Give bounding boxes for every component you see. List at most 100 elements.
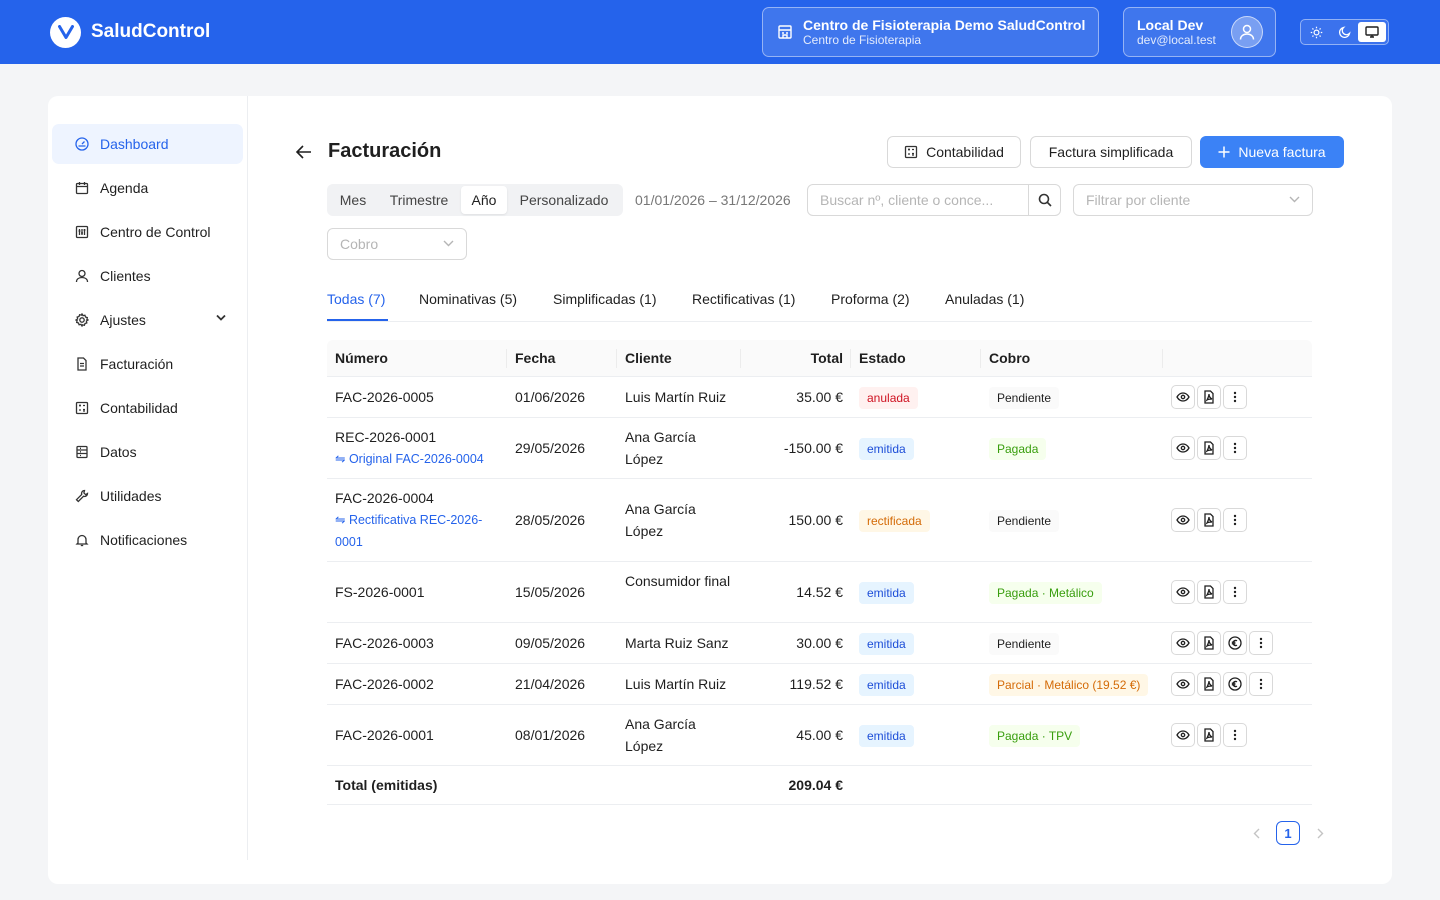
plus-icon bbox=[1218, 146, 1230, 158]
invoice-date: 09/05/2026 bbox=[515, 635, 586, 651]
sidebar-item-utilidades[interactable]: Utilidades bbox=[52, 476, 243, 516]
tab-rectificativas[interactable]: Rectificativas (1) bbox=[692, 291, 795, 307]
sidebar-item-label: Centro de Control bbox=[100, 224, 211, 240]
tab-nominativas[interactable]: Nominativas (5) bbox=[419, 291, 517, 307]
payment-badge: Pagada bbox=[989, 438, 1047, 460]
column-header-cobro[interactable]: Cobro bbox=[989, 350, 1030, 366]
more-button[interactable] bbox=[1223, 580, 1247, 604]
sidebar-item-dashboard[interactable]: Dashboard bbox=[52, 124, 243, 164]
column-header-total[interactable]: Total bbox=[811, 350, 843, 366]
sidebar-item-ajustes[interactable]: Ajustes bbox=[52, 300, 243, 340]
invoice-date: 21/04/2026 bbox=[515, 676, 586, 692]
pagination: 1 bbox=[1244, 821, 1332, 845]
linked-invoice-link[interactable]: ⇋ Rectificativa REC-2026-0001 bbox=[335, 509, 505, 553]
period-segmented: Mes Trimestre Año Personalizado bbox=[327, 184, 623, 216]
invoice-client: Marta Ruiz Sanz bbox=[625, 635, 729, 651]
row-actions bbox=[1171, 631, 1273, 655]
pdf-icon bbox=[1203, 728, 1215, 742]
moon-icon[interactable] bbox=[1331, 22, 1359, 42]
sidebar-item-datos[interactable]: Datos bbox=[52, 432, 243, 472]
invoice-number: FAC-2026-0002 bbox=[335, 676, 434, 692]
accounting-button[interactable]: Contabilidad bbox=[887, 136, 1021, 168]
theme-switcher[interactable] bbox=[1300, 19, 1389, 45]
status-badge: emitida bbox=[859, 725, 914, 747]
invoice-number: FAC-2026-0001 bbox=[335, 727, 434, 743]
search-input[interactable] bbox=[808, 185, 1028, 215]
prev-page-button[interactable] bbox=[1244, 821, 1268, 845]
search-button[interactable] bbox=[1028, 185, 1060, 215]
payment-button[interactable] bbox=[1223, 631, 1247, 655]
more-button[interactable] bbox=[1223, 723, 1247, 747]
tab-simplificadas[interactable]: Simplificadas (1) bbox=[553, 291, 656, 307]
pdf-button[interactable] bbox=[1197, 508, 1221, 532]
sidebar-item-notificaciones[interactable]: Notificaciones bbox=[52, 520, 243, 560]
period-option-year[interactable]: Año bbox=[461, 186, 507, 214]
sun-icon[interactable] bbox=[1303, 22, 1331, 42]
linked-invoice-link[interactable]: ⇋ Original FAC-2026-0004 bbox=[335, 448, 484, 470]
view-button[interactable] bbox=[1171, 580, 1195, 604]
more-button[interactable] bbox=[1223, 436, 1247, 460]
tab-anuladas[interactable]: Anuladas (1) bbox=[945, 291, 1024, 307]
sidebar-item-facturacion[interactable]: Facturación bbox=[52, 344, 243, 384]
table-row[interactable]: FAC-2026-0002 21/04/2026 Luis Martín Rui… bbox=[327, 664, 1312, 705]
table-row[interactable]: REC-2026-0001 ⇋ Original FAC-2026-0004 2… bbox=[327, 418, 1312, 479]
view-button[interactable] bbox=[1171, 436, 1195, 460]
date-range[interactable]: 01/01/2026 – 31/12/2026 bbox=[635, 192, 791, 208]
pdf-button[interactable] bbox=[1197, 436, 1221, 460]
table-row[interactable]: FS-2026-0001 15/05/2026 Consumidor final… bbox=[327, 562, 1312, 623]
sidebar-item-contabilidad[interactable]: Contabilidad bbox=[52, 388, 243, 428]
clinic-selector[interactable]: Centro de Fisioterapia Demo SaludControl… bbox=[762, 7, 1099, 57]
eye-icon bbox=[1176, 730, 1190, 740]
pdf-button[interactable] bbox=[1197, 723, 1221, 747]
period-option-custom[interactable]: Personalizado bbox=[507, 186, 621, 214]
view-button[interactable] bbox=[1171, 723, 1195, 747]
invoice-date: 28/05/2026 bbox=[515, 512, 586, 528]
period-option-quarter[interactable]: Trimestre bbox=[377, 186, 461, 214]
simplified-invoice-button[interactable]: Factura simplificada bbox=[1030, 136, 1192, 168]
pdf-button[interactable] bbox=[1197, 672, 1221, 696]
payment-badge: Pagada · TPV bbox=[989, 725, 1081, 747]
table-row[interactable]: FAC-2026-0001 08/01/2026 Ana García Lópe… bbox=[327, 705, 1312, 766]
chevron-right-icon bbox=[1317, 828, 1324, 839]
table-row[interactable]: FAC-2026-0003 09/05/2026 Marta Ruiz Sanz… bbox=[327, 623, 1312, 664]
column-header-numero[interactable]: Número bbox=[335, 350, 388, 366]
user-menu[interactable]: Local Dev dev@local.test bbox=[1123, 7, 1276, 57]
view-button[interactable] bbox=[1171, 631, 1195, 655]
column-header-cliente[interactable]: Cliente bbox=[625, 350, 672, 366]
sidebar-item-centro-control[interactable]: Centro de Control bbox=[52, 212, 243, 252]
payment-filter-select[interactable]: Cobro bbox=[327, 228, 467, 260]
next-page-button[interactable] bbox=[1308, 821, 1332, 845]
view-button[interactable] bbox=[1171, 385, 1195, 409]
table-row[interactable]: FAC-2026-0005 01/06/2026 Luis Martín Rui… bbox=[327, 377, 1312, 418]
payment-button[interactable] bbox=[1223, 672, 1247, 696]
more-button[interactable] bbox=[1249, 631, 1273, 655]
column-header-fecha[interactable]: Fecha bbox=[515, 350, 555, 366]
back-arrow-icon[interactable] bbox=[295, 143, 313, 161]
monitor-icon[interactable] bbox=[1358, 22, 1387, 42]
tab-proforma[interactable]: Proforma (2) bbox=[831, 291, 910, 307]
column-divider bbox=[740, 349, 741, 368]
more-button[interactable] bbox=[1249, 672, 1273, 696]
view-button[interactable] bbox=[1171, 672, 1195, 696]
more-button[interactable] bbox=[1223, 385, 1247, 409]
more-button[interactable] bbox=[1223, 508, 1247, 532]
new-invoice-button[interactable]: Nueva factura bbox=[1200, 136, 1344, 168]
table-row[interactable]: FAC-2026-0004 ⇋ Rectificativa REC-2026-0… bbox=[327, 479, 1312, 562]
pdf-button[interactable] bbox=[1197, 631, 1221, 655]
pdf-icon bbox=[1203, 677, 1215, 691]
view-button[interactable] bbox=[1171, 508, 1195, 532]
sidebar-item-clientes[interactable]: Clientes bbox=[52, 256, 243, 296]
column-header-estado[interactable]: Estado bbox=[859, 350, 906, 366]
euro-icon bbox=[1228, 636, 1242, 650]
tab-todas[interactable]: Todas (7) bbox=[327, 291, 385, 307]
page-number[interactable]: 1 bbox=[1276, 821, 1300, 845]
sidebar-item-label: Dashboard bbox=[100, 136, 169, 152]
pdf-button[interactable] bbox=[1197, 580, 1221, 604]
pdf-button[interactable] bbox=[1197, 385, 1221, 409]
brand[interactable]: SaludControl bbox=[50, 16, 210, 48]
total-value: 209.04 € bbox=[788, 777, 844, 793]
more-vertical-icon bbox=[1233, 586, 1237, 598]
period-option-month[interactable]: Mes bbox=[329, 186, 377, 214]
client-filter-select[interactable]: Filtrar por cliente bbox=[1073, 184, 1313, 216]
sidebar-item-agenda[interactable]: Agenda bbox=[52, 168, 243, 208]
